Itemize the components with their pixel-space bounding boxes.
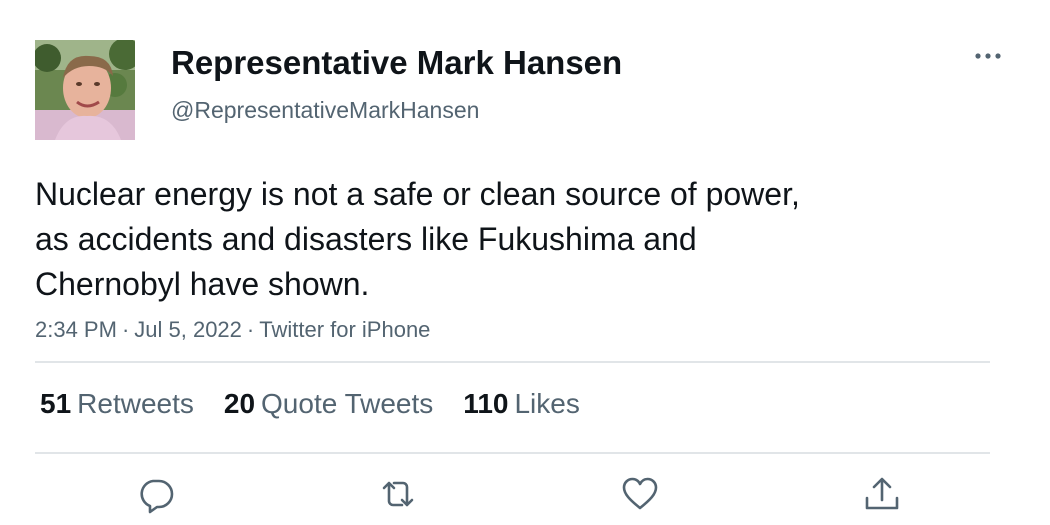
tweet-stats: 51 Retweets 20 Quote Tweets 110 Likes (40, 387, 610, 421)
reply-icon (140, 479, 174, 514)
reply-button[interactable] (136, 474, 176, 514)
meta-separator: · (121, 317, 130, 342)
meta-separator: · (246, 317, 255, 342)
author-display-name[interactable]: Representative Mark Hansen (171, 43, 622, 83)
divider (35, 361, 990, 363)
quote-tweets-label: Quote Tweets (261, 388, 434, 419)
heart-icon (622, 477, 658, 510)
divider (35, 452, 990, 454)
likes-stat[interactable]: 110 Likes (463, 387, 580, 421)
tweet-source[interactable]: Twitter for iPhone (259, 317, 430, 342)
retweets-count: 51 (40, 388, 72, 419)
retweet-icon (382, 481, 414, 507)
more-options-button[interactable] (970, 44, 1006, 68)
retweet-button[interactable] (378, 474, 418, 514)
more-horizontal-icon (975, 53, 1001, 59)
tweet-date[interactable]: Jul 5, 2022 (134, 317, 242, 342)
tweet-text: Nuclear energy is not a safe or clean so… (35, 176, 800, 302)
like-button[interactable] (620, 474, 660, 514)
retweets-label: Retweets (77, 388, 194, 419)
likes-label: Likes (514, 388, 580, 419)
tweet-meta: 2:34 PM · Jul 5, 2022 · Twitter for iPhone (35, 316, 430, 344)
retweets-stat[interactable]: 51 Retweets (40, 387, 194, 421)
share-icon (865, 477, 899, 510)
avatar[interactable] (35, 40, 135, 140)
quote-tweets-stat[interactable]: 20 Quote Tweets (224, 387, 433, 421)
profile-photo-icon (35, 40, 135, 140)
quote-tweets-count: 20 (223, 388, 256, 419)
likes-count: 110 (463, 388, 509, 419)
tweet-time[interactable]: 2:34 PM (35, 317, 117, 342)
author-handle[interactable]: @RepresentativeMarkHansen (171, 96, 479, 124)
share-button[interactable] (862, 474, 902, 514)
